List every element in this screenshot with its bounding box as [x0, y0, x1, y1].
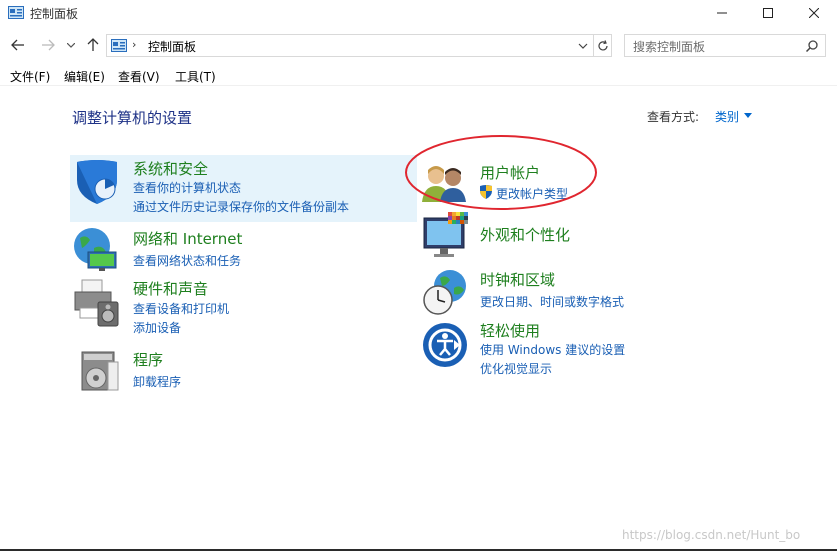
up-button[interactable] [84, 36, 102, 54]
search-input[interactable]: 搜索控制面板 [633, 38, 705, 55]
printer-icon [74, 279, 119, 327]
menu-edit[interactable]: 编辑(E) [64, 68, 105, 85]
page-title: 调整计算机的设置 [72, 109, 193, 127]
color-palette [448, 212, 468, 224]
monitor-icon [423, 212, 468, 257]
category-title-network-internet[interactable]: 网络和 Internet [133, 228, 242, 249]
close-button[interactable] [791, 0, 837, 26]
arrow-right-icon [42, 39, 55, 51]
back-button[interactable] [8, 36, 28, 54]
close-icon [809, 8, 819, 18]
arrow-up-icon [87, 38, 99, 51]
category-title-ease-of-access[interactable]: 轻松使用 [480, 320, 540, 341]
link-uninstall-program[interactable]: 卸载程序 [133, 373, 181, 390]
breadcrumb-separator[interactable]: › [132, 38, 136, 51]
address-dropdown-icon[interactable] [577, 40, 589, 52]
title-bar: 控制面板 [0, 0, 837, 26]
recent-locations-button[interactable] [64, 36, 78, 54]
view-by-dropdown[interactable]: 类别 [715, 108, 739, 125]
link-file-history-backup[interactable]: 通过文件历史记录保存你的文件备份副本 [133, 198, 349, 215]
dropdown-arrow-icon[interactable] [744, 113, 752, 118]
link-network-status-tasks[interactable]: 查看网络状态和任务 [133, 252, 241, 269]
window-title: 控制面板 [30, 7, 79, 21]
forward-button[interactable] [38, 36, 58, 54]
menu-tools[interactable]: 工具(T) [175, 68, 216, 85]
refresh-icon [597, 39, 608, 50]
link-add-device[interactable]: 添加设备 [133, 319, 181, 336]
category-title-appearance[interactable]: 外观和个性化 [480, 224, 570, 245]
category-title-hardware-sound[interactable]: 硬件和声音 [133, 278, 208, 299]
link-view-computer-status[interactable]: 查看你的计算机状态 [133, 179, 241, 196]
category-title-clock-region[interactable]: 时钟和区域 [480, 269, 555, 290]
annotation-ellipse [405, 135, 597, 210]
navigation-bar: › 控制面板 搜索控制面板 [0, 30, 837, 60]
breadcrumb-item[interactable]: 控制面板 [148, 38, 196, 55]
maximize-button[interactable] [745, 0, 791, 26]
link-optimize-visual-display[interactable]: 优化视觉显示 [480, 360, 552, 377]
address-bar[interactable]: › 控制面板 [106, 34, 594, 57]
clock-globe-icon [423, 270, 466, 315]
refresh-button[interactable] [594, 34, 612, 57]
link-devices-printers[interactable]: 查看设备和打印机 [133, 300, 229, 317]
ease-of-access-icon [423, 323, 467, 367]
view-by-label: 查看方式: [647, 110, 700, 124]
search-icon[interactable] [805, 39, 819, 53]
menu-bar: 文件(F) 编辑(E) 查看(V) 工具(T) [0, 64, 837, 86]
network-globe-icon [74, 228, 117, 271]
minimize-button[interactable] [699, 0, 745, 26]
link-change-date-time-format[interactable]: 更改日期、时间或数字格式 [480, 293, 624, 310]
link-use-windows-recommended[interactable]: 使用 Windows 建议的设置 [480, 341, 625, 358]
maximize-icon [763, 8, 773, 18]
arrow-left-icon [11, 39, 24, 51]
shield-icon [77, 160, 117, 204]
category-title-system-security[interactable]: 系统和安全 [133, 158, 208, 179]
watermark: https://blog.csdn.net/Hunt_bo [622, 528, 801, 542]
control-panel-icon [8, 6, 24, 19]
search-box[interactable]: 搜索控制面板 [624, 34, 826, 57]
menu-view[interactable]: 查看(V) [118, 68, 160, 85]
menu-file[interactable]: 文件(F) [10, 68, 50, 85]
category-title-programs[interactable]: 程序 [133, 349, 163, 370]
programs-icon [81, 351, 119, 391]
control-panel-icon [111, 39, 127, 52]
minimize-icon [717, 12, 727, 14]
chevron-down-icon [67, 42, 75, 48]
